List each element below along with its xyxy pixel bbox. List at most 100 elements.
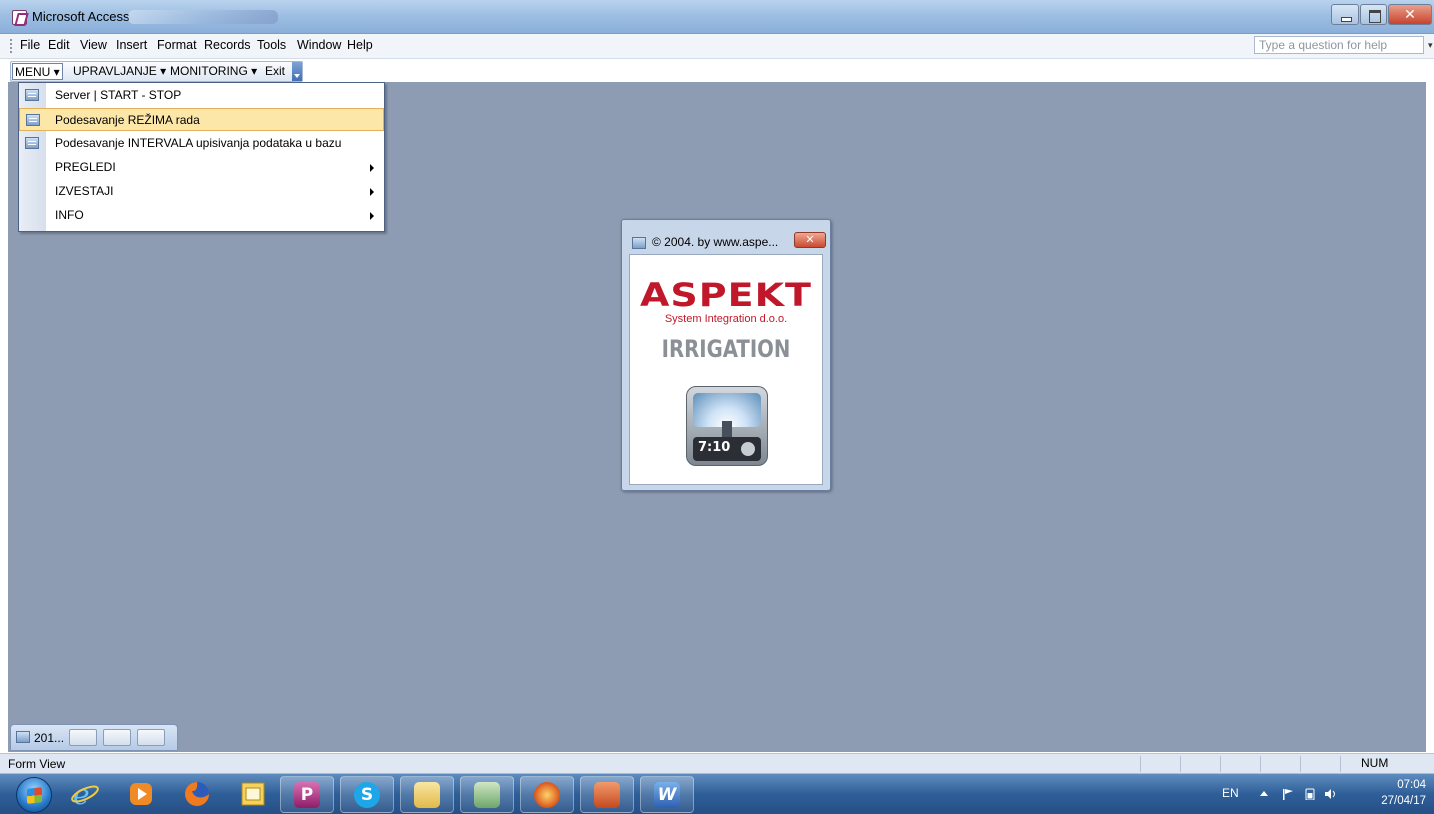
minimize-button[interactable] (1331, 4, 1359, 25)
menu-bar: File Edit View Insert Format Records Too… (0, 34, 1434, 59)
menubar-grip[interactable] (10, 39, 12, 53)
taskbar-media-button[interactable] (520, 776, 574, 813)
toolbar-upravljanje-label: UPRAVLJANJE (73, 64, 157, 78)
toolbar-exit-button[interactable]: Exit (263, 64, 287, 78)
minimized-window-label: 201... (34, 731, 65, 745)
splash-content: ASPEKT System Integration d.o.o. IRRIGAT… (629, 254, 823, 485)
menu-window[interactable]: Window (297, 38, 341, 52)
custom-toolbar: MENU ▾ UPRAVLJANJE ▾ MONITORING ▾ Exit (10, 61, 303, 82)
form-icon (25, 137, 39, 149)
menu-item-info[interactable]: INFO (19, 204, 384, 227)
maximize-small-button[interactable] (103, 729, 131, 746)
close-small-button[interactable] (137, 729, 165, 746)
menu-item-izvestaji[interactable]: IZVESTAJI (19, 180, 384, 203)
menu-records[interactable]: Records (204, 38, 251, 52)
language-indicator[interactable]: EN (1222, 786, 1239, 800)
status-segment (1180, 756, 1220, 772)
aspekt-logo: ASPEKT (640, 276, 812, 314)
submenu-arrow-icon (370, 164, 374, 172)
menu-item-label: INFO (55, 208, 84, 222)
sprinkler-icon: 7:10 (686, 386, 768, 466)
menu-file[interactable]: File (20, 38, 40, 52)
help-dropdown-icon[interactable]: ▾ (1428, 40, 1433, 51)
help-search-input[interactable]: Type a question for help (1254, 36, 1424, 54)
menu-item-podesavanje-intervala[interactable]: Podesavanje INTERVALA upisivanja podatak… (19, 132, 384, 155)
form-icon (26, 114, 40, 126)
status-segment (1140, 756, 1180, 772)
taskbar-skype-button[interactable]: S (340, 776, 394, 813)
start-button[interactable] (16, 777, 52, 813)
form-icon (25, 89, 39, 101)
internet-explorer-icon[interactable]: e (70, 778, 100, 811)
toolbar-monitoring-label: MONITORING (170, 64, 248, 78)
menu-insert[interactable]: Insert (116, 38, 147, 52)
taskbar-explorer-button[interactable] (400, 776, 454, 813)
taskbar-access-button[interactable]: P (280, 776, 334, 813)
clock-date[interactable]: 27/04/17 (1366, 795, 1426, 807)
battery-icon[interactable] (1304, 788, 1316, 801)
restore-button[interactable] (69, 729, 97, 746)
form-icon (16, 731, 30, 743)
submenu-arrow-icon (370, 212, 374, 220)
media-app-icon (534, 782, 560, 808)
close-icon: ✕ (1404, 6, 1416, 22)
toolbar-menu-label: MENU (15, 65, 51, 79)
menu-view[interactable]: View (80, 38, 107, 52)
menu-item-pregledi[interactable]: PREGLEDI (19, 156, 384, 179)
toolbar-monitoring-button[interactable]: MONITORING ▾ (168, 64, 259, 78)
menu-edit[interactable]: Edit (48, 38, 70, 52)
window-title: Microsoft Access (32, 9, 130, 24)
splash-form: © 2004. by www.aspe... ✕ ASPEKT System I… (621, 219, 831, 491)
close-button[interactable]: ✕ (1388, 4, 1432, 25)
word-icon: W (654, 782, 680, 808)
menu-item-label: Podesavanje REŽIMA rada (55, 113, 200, 127)
product-name: IRRIGATION (661, 335, 791, 363)
title-bar: Microsoft Access ✕ (0, 0, 1434, 34)
action-center-flag-icon[interactable] (1282, 788, 1294, 800)
folder-icon (414, 782, 440, 808)
submenu-arrow-icon (370, 188, 374, 196)
menu-item-label: Podesavanje INTERVALA upisivanja podatak… (55, 136, 342, 150)
show-hidden-icons-icon[interactable] (1258, 788, 1270, 800)
taskbar-powerpoint-button[interactable] (580, 776, 634, 813)
timer-display: 7:10 (693, 437, 761, 461)
menu-tools[interactable]: Tools (257, 38, 286, 52)
timer-text: 7:10 (698, 440, 731, 455)
splash-close-button[interactable]: ✕ (794, 232, 826, 248)
sprinkler-pole (722, 421, 732, 437)
status-segment (1300, 756, 1340, 772)
status-segment (1220, 756, 1260, 772)
menu-item-label: Server | START - STOP (55, 88, 182, 102)
status-segment (1260, 756, 1300, 772)
menu-help[interactable]: Help (347, 38, 373, 52)
menu-item-label: PREGLEDI (55, 160, 116, 174)
status-bar: Form View NUM (0, 753, 1434, 773)
form-icon (632, 237, 646, 249)
taskbar-word-button[interactable]: W (640, 776, 694, 813)
firefox-icon[interactable] (182, 779, 212, 809)
volume-icon[interactable] (1324, 788, 1336, 800)
splash-title: © 2004. by www.aspe... (652, 235, 779, 249)
logo-subtitle: System Integration d.o.o. (664, 313, 788, 325)
menu-dropdown: Server | START - STOP Podesavanje REŽIMA… (18, 82, 385, 232)
clock-time[interactable]: 07:04 (1376, 779, 1426, 791)
minimized-window[interactable]: 201... (10, 724, 178, 751)
powerpoint-icon (594, 782, 620, 808)
toolbar-menu-button[interactable]: MENU ▾ (12, 63, 63, 80)
toolbar-options-icon[interactable] (292, 62, 302, 81)
skype-icon: S (354, 782, 380, 808)
maximize-button[interactable] (1360, 4, 1387, 25)
access-app-icon[interactable] (12, 10, 27, 25)
menu-item-server-start-stop[interactable]: Server | START - STOP (19, 84, 384, 107)
status-text: Form View (8, 757, 66, 771)
toolbar-upravljanje-button[interactable]: UPRAVLJANJE ▾ (71, 64, 168, 78)
menu-item-podesavanje-rezima[interactable]: Podesavanje REŽIMA rada (19, 108, 384, 131)
media-player-icon[interactable] (126, 779, 156, 809)
menu-format[interactable]: Format (157, 38, 197, 52)
outlook-icon[interactable] (238, 779, 268, 809)
access-icon: P (294, 782, 320, 808)
taskbar: e P S W EN 07:04 27/04/17 (0, 773, 1434, 814)
taskbar-network-button[interactable] (460, 776, 514, 813)
menu-item-label: IZVESTAJI (55, 184, 114, 198)
num-lock-indicator: NUM (1340, 756, 1414, 772)
